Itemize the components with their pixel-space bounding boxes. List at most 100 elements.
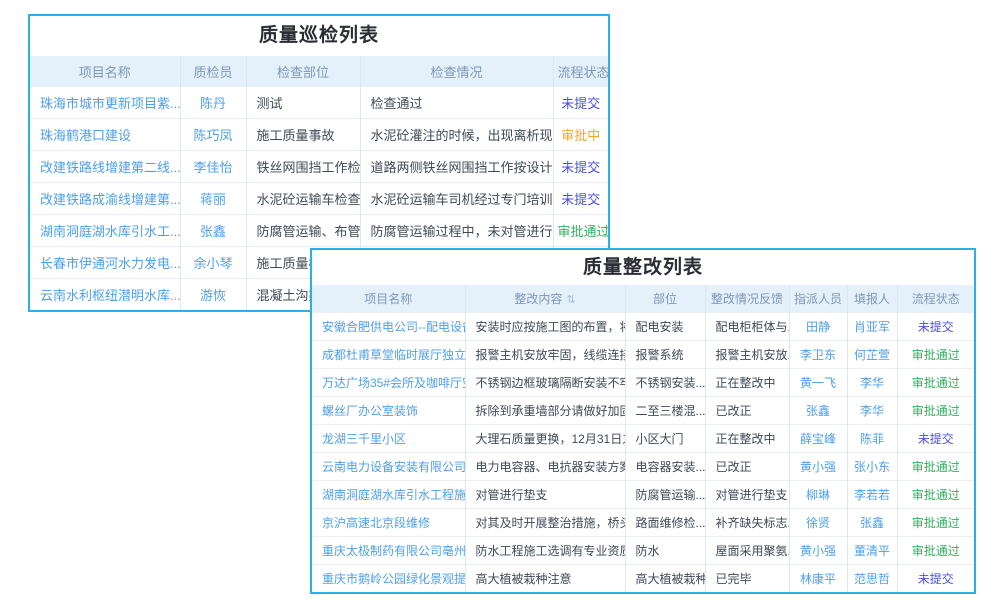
column-header-4: 检查情况 [360,56,553,87]
person-link[interactable]: 张鑫 [789,397,847,425]
status-text: 审批通过 [897,453,974,481]
cell-text: 报警主机安放牢固，线缆连接... [465,341,625,369]
column-header-2[interactable]: 整改内容 ⇅ [465,285,625,313]
cell-text: 防腐管运输过程中，未对管进行... [360,215,553,247]
status-text: 审批通过 [897,509,974,537]
person-link[interactable]: 林康平 [789,565,847,593]
person-link[interactable]: 李佳怡 [180,151,246,183]
header-row: 项目名称质检员检查部位检查情况流程状态 [30,56,608,87]
column-header-label: 填报人 [854,292,890,306]
column-header-1: 项目名称 [312,285,465,313]
table-row: 重庆市鹅岭公园绿化景观提升...高大植被栽种注意高大植被栽种已完毕林康平范思哲未… [312,565,974,593]
project-link[interactable]: 湖南洞庭湖水库引水工... [30,215,180,247]
column-header-label: 部位 [653,292,677,306]
person-link[interactable]: 游恢 [180,279,246,311]
cell-text: 对其及时开展整治措施，桥头... [465,509,625,537]
person-link[interactable]: 黄小强 [789,453,847,481]
cell-text: 不锈钢边框玻璃隔断安装不牢... [465,369,625,397]
person-link[interactable]: 董清平 [847,537,897,565]
status-text: 未提交 [897,425,974,453]
table-row: 珠海市城市更新项目紫...陈丹测试检查通过未提交 [30,87,608,119]
person-link[interactable]: 范思哲 [847,565,897,593]
cell-text: 防水工程施工选调有专业资质... [465,537,625,565]
project-link[interactable]: 龙湖三千里小区 [312,425,465,453]
cell-text: 已改正 [705,397,789,425]
cell-text: 检查通过 [360,87,553,119]
column-header-label: 指派人员 [794,292,842,306]
person-link[interactable]: 张鑫 [180,215,246,247]
person-link[interactable]: 李华 [847,369,897,397]
person-link[interactable]: 李若若 [847,481,897,509]
cell-text: 补齐缺失标志... [705,509,789,537]
table-row: 云南电力设备安装有限公司20...电力电容器、电抗器安装方案...电容器安装..… [312,453,974,481]
status-text: 未提交 [553,87,608,119]
quality-inspection-title: 质量巡检列表 [30,16,608,56]
column-header-7: 流程状态 [897,285,974,313]
status-text: 审批通过 [897,481,974,509]
person-link[interactable]: 陈菲 [847,425,897,453]
column-header-5: 流程状态 [553,56,608,87]
cell-text: 防腐管运输... [625,481,705,509]
project-link[interactable]: 螺丝厂办公室装饰 [312,397,465,425]
person-link[interactable]: 张鑫 [847,509,897,537]
status-text: 审批通过 [897,341,974,369]
cell-text: 防水 [625,537,705,565]
project-link[interactable]: 安徽合肥供电公司--配电设备... [312,313,465,341]
person-link[interactable]: 余小琴 [180,247,246,279]
person-link[interactable]: 蒋丽 [180,183,246,215]
person-link[interactable]: 柳琳 [789,481,847,509]
cell-text: 水泥砼运输车司机经过专门培训... [360,183,553,215]
person-link[interactable]: 田静 [789,313,847,341]
cell-text: 正在整改中 [705,369,789,397]
column-header-label: 流程状态 [912,292,960,306]
table-row: 成都杜甫草堂临时展厅独立展...报警主机安放牢固，线缆连接...报警系统报警主机… [312,341,974,369]
project-link[interactable]: 京沪高速北京段维修 [312,509,465,537]
cell-text: 电容器安装... [625,453,705,481]
status-text: 未提交 [897,313,974,341]
cell-text: 报警主机安放... [705,341,789,369]
person-link[interactable]: 黄小强 [789,537,847,565]
cell-text: 屋面采用聚氨... [705,537,789,565]
project-link[interactable]: 云南电力设备安装有限公司20... [312,453,465,481]
person-link[interactable]: 李华 [847,397,897,425]
table-row: 重庆太极制药有限公司亳州中...防水工程施工选调有专业资质...防水屋面采用聚氨… [312,537,974,565]
status-text: 审批通过 [897,369,974,397]
person-link[interactable]: 陈丹 [180,87,246,119]
column-header-6: 填报人 [847,285,897,313]
status-text: 审批通过 [553,215,608,247]
project-link[interactable]: 改建铁路线增建第二线... [30,151,180,183]
person-link[interactable]: 徐贤 [789,509,847,537]
column-header-3: 检查部位 [246,56,360,87]
cell-text: 高大植被栽种注意 [465,565,625,593]
person-link[interactable]: 何芷萱 [847,341,897,369]
column-header-label: 检查部位 [277,65,329,80]
quality-rectification-title: 质量整改列表 [312,250,974,285]
status-text: 未提交 [553,183,608,215]
column-header-label: 项目名称 [364,292,412,306]
project-link[interactable]: 云南水利枢纽潜明水库... [30,279,180,311]
person-link[interactable]: 肖亚军 [847,313,897,341]
table-row: 龙湖三千里小区大理石质量更换，12月31日之...小区大门正在整改中薛宝峰陈菲未… [312,425,974,453]
project-link[interactable]: 珠海市城市更新项目紫... [30,87,180,119]
person-link[interactable]: 薛宝峰 [789,425,847,453]
project-link[interactable]: 万达广场35#会所及咖啡厅空... [312,369,465,397]
project-link[interactable]: 珠海鹤港口建设 [30,119,180,151]
person-link[interactable]: 张小东 [847,453,897,481]
sort-icon[interactable]: ⇅ [566,293,575,306]
project-link[interactable]: 改建铁路成渝线增建第... [30,183,180,215]
cell-text: 正在整改中 [705,425,789,453]
project-link[interactable]: 湖南洞庭湖水库引水工程施工I标 [312,481,465,509]
project-link[interactable]: 成都杜甫草堂临时展厅独立展... [312,341,465,369]
person-link[interactable]: 黄一飞 [789,369,847,397]
cell-text: 不锈钢安装... [625,369,705,397]
cell-text: 已完毕 [705,565,789,593]
column-header-label: 整改内容 [514,292,562,306]
person-link[interactable]: 陈巧凤 [180,119,246,151]
person-link[interactable]: 李卫东 [789,341,847,369]
project-link[interactable]: 重庆市鹅岭公园绿化景观提升... [312,565,465,593]
project-link[interactable]: 长春市伊通河水力发电... [30,247,180,279]
cell-text: 对管进行垫支 [465,481,625,509]
table-row: 螺丝厂办公室装饰拆除到承重墙部分请做好加固...二至三楼混...已改正张鑫李华审… [312,397,974,425]
status-text: 未提交 [897,565,974,593]
project-link[interactable]: 重庆太极制药有限公司亳州中... [312,537,465,565]
